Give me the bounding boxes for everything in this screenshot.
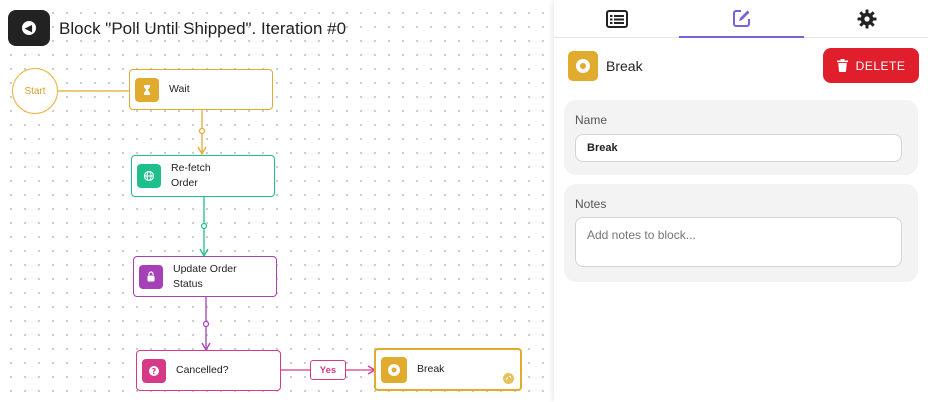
- wait-node[interactable]: Wait: [129, 69, 273, 110]
- edge-refetch-update: [199, 197, 209, 258]
- edit-icon: [732, 10, 750, 27]
- name-card: Name Break: [564, 100, 918, 175]
- flow-canvas[interactable]: ◀ Block "Poll Until Shipped". Iteration …: [0, 0, 554, 402]
- node-label-line1: Re-fetch: [171, 162, 211, 174]
- name-label: Name: [575, 113, 608, 127]
- stop-circle-icon: [568, 51, 598, 81]
- node-label: Cancelled?: [176, 364, 229, 376]
- edge-wait-refetch: [197, 110, 207, 156]
- question-icon: ?: [142, 358, 166, 383]
- notes-label: Notes: [575, 197, 607, 211]
- node-label-line2: Status: [173, 277, 203, 290]
- update-order-status-node[interactable]: Update Order Status: [133, 256, 277, 297]
- block-settings-panel: Break DELETE Name Break Notes: [554, 0, 928, 402]
- gear-icon: [857, 9, 876, 29]
- edge-update-cancelled: [201, 297, 211, 352]
- name-input[interactable]: Break: [575, 134, 902, 162]
- notes-card: Notes: [564, 184, 918, 282]
- node-label-line2: Order: [171, 177, 198, 189]
- break-node[interactable]: Break: [374, 348, 522, 391]
- trash-icon: [836, 59, 848, 72]
- block-name: Break: [606, 58, 643, 74]
- node-label-line1: Update Order: [173, 262, 237, 275]
- bag-icon: [139, 264, 163, 289]
- refetch-order-node[interactable]: Re-fetch Order: [131, 155, 275, 197]
- node-label: Wait: [169, 83, 190, 95]
- svg-text:?: ?: [152, 367, 157, 376]
- stop-circle-icon: [381, 356, 407, 383]
- globe-icon: [137, 164, 161, 188]
- notes-input[interactable]: [575, 217, 902, 267]
- node-label: Break: [417, 363, 445, 375]
- delete-label: DELETE: [855, 58, 906, 73]
- block-header: Break: [568, 51, 643, 81]
- hourglass-icon: [135, 77, 159, 102]
- tab-list[interactable]: [554, 0, 679, 38]
- tab-edit[interactable]: [679, 0, 804, 38]
- cancelled-node[interactable]: ? Cancelled?: [136, 350, 281, 391]
- panel-tabs: [554, 0, 928, 38]
- list-icon: [605, 10, 628, 28]
- yes-condition-tag[interactable]: Yes: [310, 360, 346, 380]
- flow-edges: [58, 90, 377, 375]
- tab-settings[interactable]: [804, 0, 928, 38]
- link-badge-icon: [503, 373, 514, 384]
- start-node[interactable]: Start: [12, 68, 58, 114]
- delete-button[interactable]: DELETE: [823, 48, 919, 83]
